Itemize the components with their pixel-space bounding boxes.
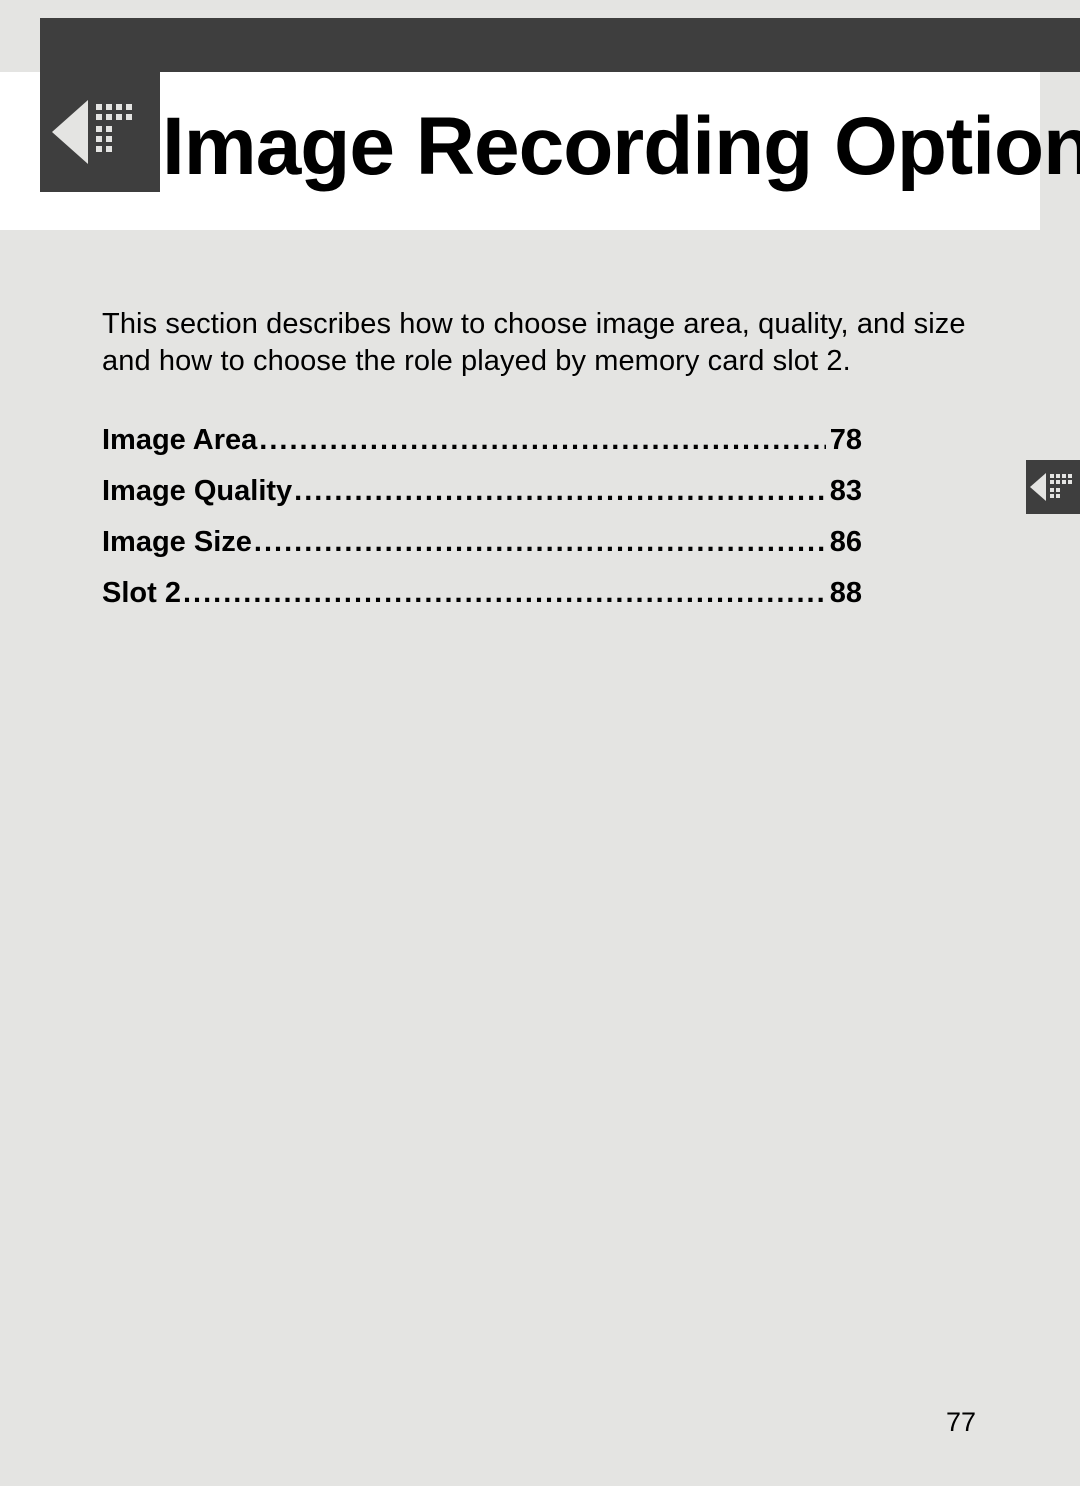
toc-label: Image Size: [102, 526, 252, 559]
toc-page: 78: [826, 424, 862, 457]
toc-page: 86: [826, 526, 862, 559]
dot-leader: [252, 526, 826, 559]
chapter-icon: [40, 72, 160, 192]
chapter-title: Image Recording Options: [162, 100, 1080, 194]
dot-leader: [292, 475, 826, 508]
intro-paragraph: This section describes how to choose ima…: [102, 306, 978, 380]
toc-page: 88: [826, 577, 862, 610]
toc-row: Image Quality 83: [102, 475, 862, 508]
header-bar: [40, 18, 1080, 72]
toc-row: Image Size 86: [102, 526, 862, 559]
dot-leader: [257, 424, 825, 457]
dot-leader: [181, 577, 826, 610]
toc-row: Slot 2 88: [102, 577, 862, 610]
toc-label: Slot 2: [102, 577, 181, 610]
toc-label: Image Quality: [102, 475, 292, 508]
toc-row: Image Area 78: [102, 424, 862, 457]
memory-card-arrow-icon: [40, 72, 160, 192]
toc-page: 83: [826, 475, 862, 508]
memory-card-arrow-icon: [1026, 460, 1080, 514]
toc-list: Image Area 78 Image Quality 83 Image Siz…: [102, 424, 862, 628]
toc-label: Image Area: [102, 424, 257, 457]
thumb-index-tab: [1026, 460, 1080, 514]
page-number: 77: [946, 1407, 976, 1438]
